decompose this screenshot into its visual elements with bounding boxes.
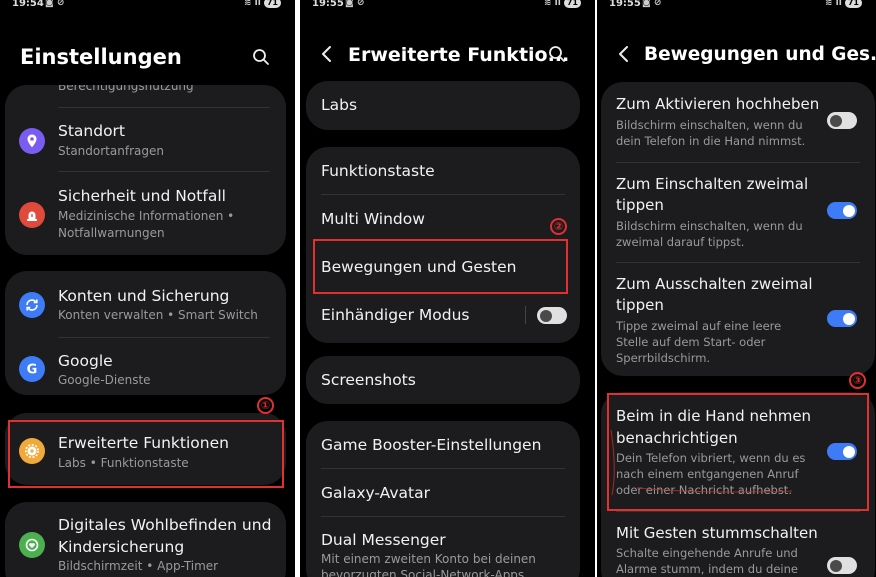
step-badge: ③ (849, 372, 866, 389)
item-title: Labs (321, 96, 358, 114)
menu-item-galaxy-avatar[interactable]: Galaxy-Avatar (321, 484, 430, 502)
item-title: Dual Messenger (321, 531, 446, 549)
menu-item-funktionstaste[interactable]: Funktionstaste (321, 162, 435, 180)
status-bar: 19:54 ◙ ⊘ ≋ ıl 71 (0, 0, 295, 12)
page-title: Einstellungen (20, 45, 182, 69)
settings-group-accounts: Konten und Sicherung Konten verwalten • … (5, 271, 286, 395)
item-title-2: Kindersicherung (58, 538, 185, 556)
item-title: Screenshots (321, 371, 416, 389)
battery-icon: 71 (563, 0, 581, 8)
item-subtitle: Standortanfragen (58, 144, 164, 158)
divider (321, 194, 565, 195)
divider (321, 468, 565, 469)
settings-group-wellbeing: Digitales Wohlbefinden und Kindersicheru… (5, 502, 286, 577)
item-title: Standort (58, 122, 126, 140)
back-arrow-icon[interactable] (320, 45, 338, 65)
item-title: Digitales Wohlbefinden und (58, 516, 272, 534)
settings-group-extras: Game Booster-Einstellungen Galaxy-Avatar… (306, 421, 580, 577)
status-bar: 19:55 ◙ ⊘ ≋ ıl 71 (300, 0, 595, 12)
menu-item-game-booster[interactable]: Game Booster-Einstellungen (321, 436, 541, 454)
wellbeing-icon (19, 532, 45, 558)
einhaendig-toggle[interactable] (537, 307, 567, 324)
status-time: 19:54 (12, 0, 44, 9)
toggle-knob (539, 309, 552, 322)
advanced-features-screen: 19:55 ◙ ⊘ ≋ ıl 71 Erweiterte Funktio... L… (300, 0, 595, 577)
signal-battery-icons: ≋ ıl 71 (244, 0, 281, 8)
item-subtitle: Mit einem zweiten Konto bei deinen (321, 552, 536, 566)
item-subtitle-2: Notfallwarnungen (58, 226, 165, 240)
highlight-box (8, 420, 284, 488)
search-icon[interactable] (252, 48, 272, 68)
highlight-box (607, 393, 869, 511)
partial-item-text: Berechtigungsnutzung (58, 85, 194, 93)
location-pin-icon (19, 128, 45, 154)
item-title: Sicherheit und Notfall (58, 187, 226, 205)
google-icon: G (19, 356, 45, 382)
item-subtitle: Konten verwalten • Smart Switch (58, 308, 258, 322)
battery-icon: 71 (263, 0, 281, 8)
menu-item-labs[interactable]: Labs (306, 81, 580, 130)
page-title: Erweiterte Funktio... (348, 44, 570, 66)
highlight-box (313, 239, 568, 294)
emergency-siren-icon (19, 202, 45, 228)
step-badge: ① (257, 397, 274, 414)
divider (58, 171, 270, 172)
notification-icons: ◙ ⊘ (345, 0, 365, 8)
item-title: Konten und Sicherung (58, 287, 230, 305)
item-subtitle: Medizinische Informationen • (58, 209, 235, 223)
divider (58, 107, 270, 108)
menu-item-einhaendiger-modus[interactable]: Einhändiger Modus (321, 306, 469, 324)
motions-gestures-screen: 19:55 ◙ ⊘ ≋ ıl 71 Bewegungen und Ges... Z… (597, 0, 876, 577)
notification-icons: ◙ ⊘ (45, 0, 65, 8)
item-title: Google (58, 352, 113, 370)
step-badge: ② (550, 218, 567, 235)
separator (525, 306, 526, 324)
search-icon[interactable] (548, 45, 568, 65)
signal-battery-icons: ≋ ıl 71 (544, 0, 581, 8)
status-time: 19:55 (312, 0, 344, 9)
item-subtitle: Google-Dienste (58, 373, 151, 387)
svg-text:G: G (27, 363, 38, 378)
settings-screen: 19:54 ◙ ⊘ ≋ ıl 71 Einstellungen Berechtig… (0, 0, 295, 577)
item-subtitle: Bildschirmzeit • App-Timer (58, 559, 219, 573)
divider (58, 337, 270, 338)
menu-item-screenshots[interactable]: Screenshots (306, 356, 580, 404)
settings-group-privacy: Berechtigungsnutzung Standort Standortan… (5, 85, 286, 255)
menu-item-multi-window[interactable]: Multi Window (321, 210, 425, 228)
sync-icon (19, 292, 45, 318)
divider (321, 516, 565, 517)
item-subtitle-2: bevorzugten Social-Network-Apps (321, 568, 525, 577)
